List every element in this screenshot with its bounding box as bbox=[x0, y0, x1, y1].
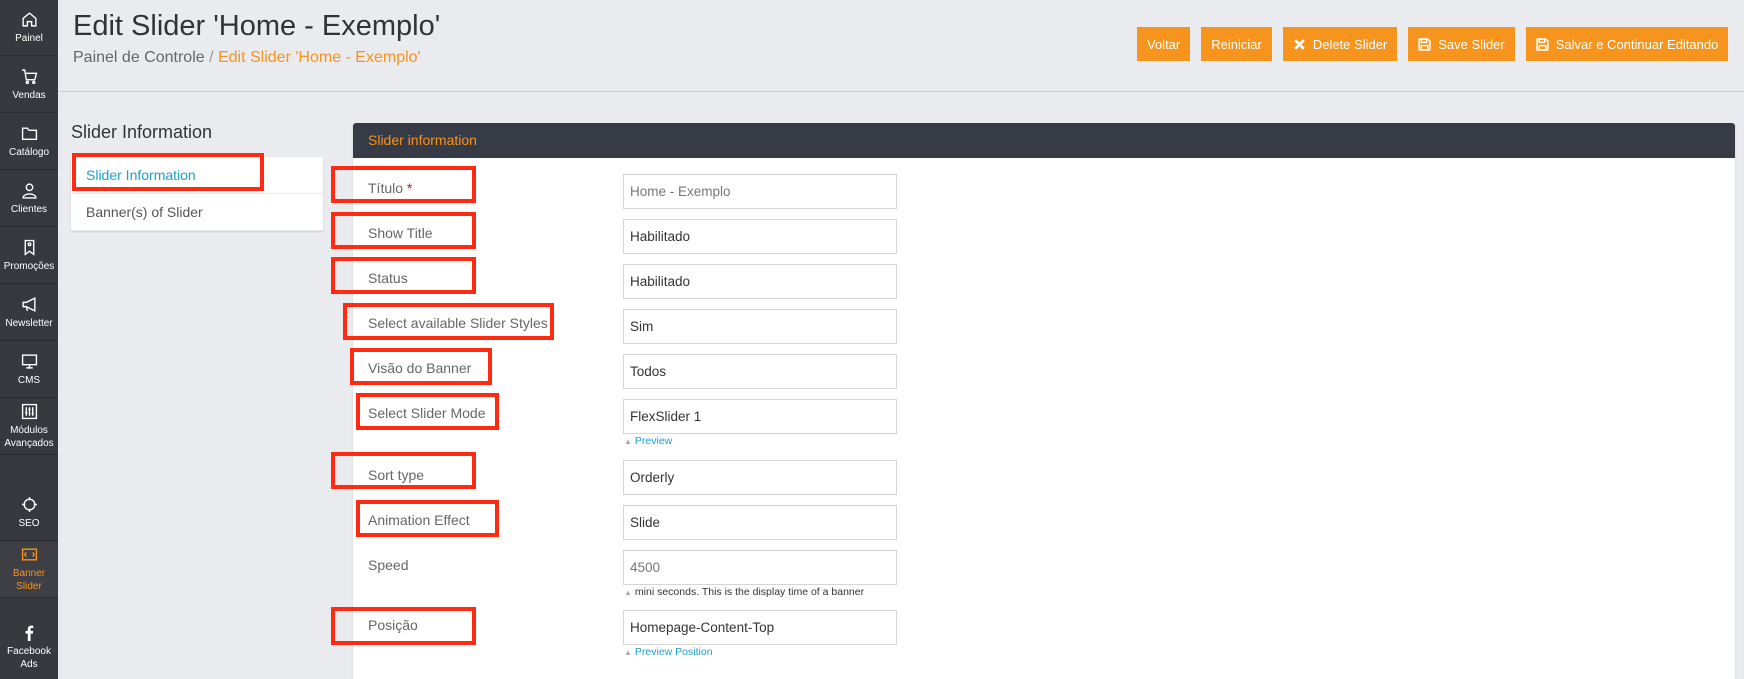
sidebar-item-painel[interactable]: Painel bbox=[0, 0, 58, 56]
highlight-box bbox=[356, 500, 499, 537]
show-title-select[interactable]: Habilitado bbox=[623, 219, 897, 254]
sliders-icon bbox=[21, 403, 37, 420]
slider-styles-select[interactable]: Sim bbox=[623, 309, 897, 344]
home-icon bbox=[21, 11, 37, 27]
breadcrumb-separator: / bbox=[204, 49, 218, 66]
highlight-box bbox=[331, 452, 476, 489]
sidebar-item-label: CMS bbox=[17, 374, 41, 386]
preview-position-link[interactable]: ▲ Preview Position bbox=[624, 646, 713, 658]
highlight-box bbox=[331, 257, 476, 294]
save-continue-button[interactable]: Salvar e Continuar Editando bbox=[1525, 27, 1729, 61]
reset-button[interactable]: Reiniciar bbox=[1201, 27, 1272, 61]
sidebar-item-label: SEO bbox=[18, 517, 40, 529]
banner-view-select[interactable]: Todos bbox=[623, 354, 897, 389]
slider-information-card: Slider information bbox=[353, 123, 1735, 679]
tab-banners-of-slider[interactable]: Banner(s) of Slider bbox=[71, 194, 323, 231]
highlight-box bbox=[356, 393, 499, 430]
sidebar-item-vendas[interactable]: Vendas bbox=[0, 57, 58, 113]
animation-effect-select[interactable]: Slide bbox=[623, 505, 897, 540]
folder-icon bbox=[21, 126, 37, 140]
facebook-icon bbox=[25, 625, 33, 641]
user-icon bbox=[21, 182, 37, 199]
banner-icon bbox=[21, 548, 37, 561]
highlight-box bbox=[331, 212, 476, 249]
sidebar-item-promocoes[interactable]: Promoções bbox=[0, 228, 58, 284]
preview-link-text: Preview bbox=[634, 435, 673, 447]
sidebar-item-label: Facebook bbox=[7, 646, 51, 657]
save-icon bbox=[1418, 37, 1431, 51]
breadcrumb-root[interactable]: Painel de Controle bbox=[73, 49, 205, 66]
sidebar-item-label: Avançados bbox=[4, 438, 54, 449]
breadcrumb: Painel de Controle / Edit Slider 'Home -… bbox=[73, 49, 421, 67]
sidebar-item-banner-slider[interactable]: Banner Slider bbox=[0, 542, 58, 598]
sidebar-item-label: Banner bbox=[12, 568, 46, 579]
save-slider-label: Save Slider bbox=[1438, 36, 1505, 52]
sidebar-item-label: Módulos bbox=[10, 425, 48, 436]
sidebar-item-newsletter[interactable]: Newsletter bbox=[0, 285, 58, 341]
monitor-icon bbox=[21, 353, 37, 369]
preview-position-text: Preview Position bbox=[634, 646, 713, 658]
sidebar-item-label: Ads bbox=[20, 659, 38, 670]
triangle-icon: ▲ bbox=[624, 588, 632, 597]
breadcrumb-current: Edit Slider 'Home - Exemplo' bbox=[217, 49, 421, 66]
sidebar-item-label: Clientes bbox=[10, 203, 48, 215]
sidebar-item-clientes[interactable]: Clientes bbox=[0, 171, 58, 227]
sidebar-item-label: Newsletter bbox=[5, 317, 53, 329]
back-button-label: Voltar bbox=[1147, 36, 1181, 52]
highlight-box bbox=[72, 153, 264, 191]
tag-icon bbox=[24, 239, 34, 256]
megaphone-icon bbox=[21, 296, 36, 312]
slider-mode-select[interactable]: FlexSlider 1 bbox=[623, 399, 897, 434]
save-continue-label: Salvar e Continuar Editando bbox=[1555, 36, 1719, 52]
cart-icon bbox=[21, 68, 37, 84]
speed-hint: ▲ mini seconds. This is the display time … bbox=[624, 586, 864, 598]
delete-slider-label: Delete Slider bbox=[1312, 36, 1388, 52]
page-header: Edit Slider 'Home - Exemplo' Painel de C… bbox=[58, 0, 1744, 92]
highlight-box bbox=[331, 166, 476, 203]
triangle-icon: ▲ bbox=[624, 437, 632, 446]
sidebar-item-catalogo[interactable]: Catálogo bbox=[0, 114, 58, 170]
target-icon bbox=[21, 496, 37, 512]
preview-link[interactable]: ▲ Preview bbox=[624, 435, 672, 447]
status-select[interactable]: Habilitado bbox=[623, 264, 897, 299]
sidebar-item-modulos-avancados[interactable]: Módulos Avançados bbox=[0, 399, 58, 455]
back-button[interactable]: Voltar bbox=[1137, 27, 1191, 61]
save-icon bbox=[1536, 37, 1549, 51]
delete-slider-button[interactable]: Delete Slider bbox=[1282, 27, 1398, 61]
action-toolbar: Voltar Reiniciar Delete Slider Save Slid… bbox=[1137, 27, 1729, 61]
card-title: Slider information bbox=[353, 123, 1735, 158]
position-select[interactable]: Homepage-Content-Top bbox=[623, 610, 897, 645]
tabs-heading: Slider Information bbox=[71, 122, 213, 142]
save-slider-button[interactable]: Save Slider bbox=[1408, 27, 1515, 61]
speed-label: Speed bbox=[368, 557, 409, 573]
sidebar-item-seo[interactable]: SEO bbox=[0, 485, 58, 541]
highlight-box bbox=[350, 348, 492, 385]
triangle-icon: ▲ bbox=[624, 648, 632, 657]
sidebar: Painel Vendas Catálogo Clientes Promoçõe… bbox=[0, 0, 58, 679]
reset-button-label: Reiniciar bbox=[1211, 36, 1262, 52]
sidebar-item-label: Promoções bbox=[3, 260, 55, 272]
title-input[interactable]: Home - Exemplo bbox=[623, 174, 897, 209]
highlight-box bbox=[331, 607, 476, 645]
speed-hint-text: mini seconds. This is the display time o… bbox=[634, 586, 865, 598]
highlight-box bbox=[343, 303, 554, 340]
page-title: Edit Slider 'Home - Exemplo' bbox=[73, 10, 441, 42]
sidebar-item-label: Painel bbox=[15, 32, 43, 44]
sidebar-item-label: Catálogo bbox=[8, 146, 50, 158]
sidebar-item-facebook-ads[interactable]: Facebook Ads bbox=[0, 620, 58, 679]
sort-type-select[interactable]: Orderly bbox=[623, 460, 897, 495]
sidebar-item-cms[interactable]: CMS bbox=[0, 342, 58, 398]
sidebar-item-label: Vendas bbox=[12, 89, 46, 101]
close-icon bbox=[1294, 38, 1305, 50]
sidebar-item-label: Slider bbox=[16, 581, 42, 592]
speed-input[interactable]: 4500 bbox=[623, 550, 897, 585]
